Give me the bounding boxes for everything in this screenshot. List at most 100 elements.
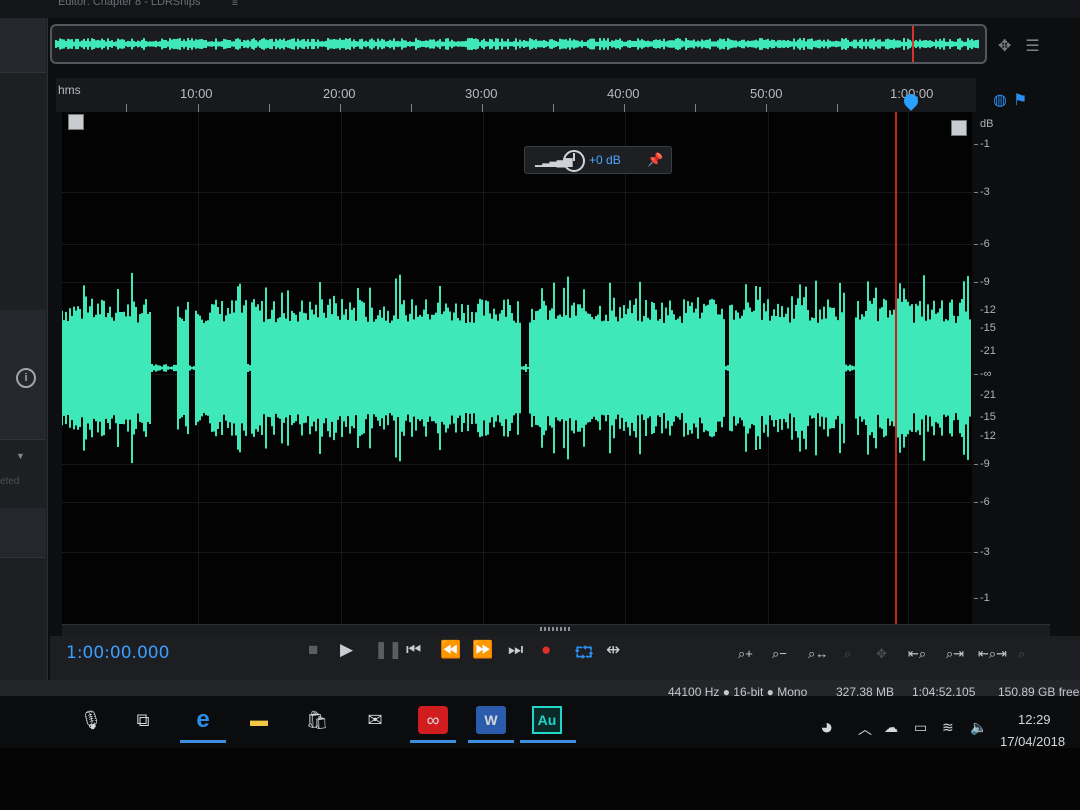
creative-cloud-active-indicator — [410, 740, 456, 743]
ruler-unit-label: hms — [58, 83, 81, 97]
overview-playhead — [912, 26, 914, 62]
audition-icon[interactable]: Au — [532, 706, 562, 734]
pin-icon[interactable]: 📌 — [647, 152, 663, 168]
loop-playback-button[interactable]: ⮔ — [574, 640, 594, 669]
overview-waveform-graphic — [55, 38, 979, 50]
ruler-tick — [837, 104, 838, 112]
record-button[interactable]: ● — [541, 640, 551, 660]
hamburger-icon[interactable]: ≡ — [232, 0, 238, 9]
db-label: -3 — [980, 186, 990, 198]
panel-section — [0, 508, 46, 558]
db-label: -9 — [980, 458, 990, 470]
panel-faded-label: eted — [0, 476, 20, 487]
zoom-playhead-button[interactable]: ✥ — [876, 646, 887, 662]
overview-waveform-trace — [55, 38, 979, 50]
db-label: -1 — [980, 138, 990, 150]
panel-section — [0, 18, 46, 73]
db-label: -15 — [980, 411, 996, 423]
db-label: -3 — [980, 546, 990, 558]
ruler-tick — [340, 104, 341, 112]
gain-hud[interactable]: ▁▂▃▄▅ +0 dB 📌 — [524, 146, 672, 174]
onedrive-icon[interactable]: ☁ — [884, 719, 898, 736]
monitor-bezel — [0, 748, 1080, 810]
ruler-tick — [695, 104, 696, 112]
battery-icon[interactable]: ▭ — [914, 719, 927, 736]
zoom-corner-left-button[interactable] — [68, 114, 84, 130]
zoom-full-button[interactable]: ⌕ — [1018, 646, 1025, 662]
headphones-icon[interactable]: ◍ — [993, 92, 1007, 109]
word-icon[interactable]: W — [476, 706, 506, 734]
db-label: -12 — [980, 430, 996, 442]
ruler-tick — [553, 104, 554, 112]
waveform-trace — [62, 272, 971, 464]
db-tick — [974, 464, 978, 465]
fast-forward-button[interactable]: ⏩ — [472, 640, 493, 660]
menu-icon[interactable]: ☰ — [1025, 38, 1039, 55]
zoom-out-amplitude-button[interactable]: ⌕− — [772, 646, 787, 662]
db-tick — [974, 598, 978, 599]
skip-selection-button[interactable]: ⇹ — [606, 640, 620, 660]
clock-date[interactable]: 17/04/2018 — [1000, 734, 1065, 749]
db-label: -21 — [980, 389, 996, 401]
playhead-line[interactable] — [895, 112, 897, 624]
file-explorer-icon[interactable]: ▬ — [244, 706, 274, 734]
left-panel: i ▼ eted — [0, 18, 48, 680]
db-label: -12 — [980, 304, 996, 316]
horizontal-scrollbar[interactable] — [62, 624, 1050, 636]
clock-time[interactable]: 12:29 — [1018, 712, 1051, 727]
task-view-icon[interactable]: ⧉ — [128, 706, 158, 734]
ruler-label: 50:00 — [750, 86, 783, 101]
overview-waveform[interactable] — [50, 24, 987, 64]
db-label: -6 — [980, 496, 990, 508]
db-label: -∞ — [980, 368, 992, 380]
chevron-down-icon[interactable]: ▼ — [16, 451, 25, 461]
scroll-grip[interactable] — [540, 627, 570, 631]
stop-button[interactable]: ■ — [308, 640, 318, 660]
wifi-icon[interactable]: ≋ — [942, 719, 954, 736]
zoom-out-full-button[interactable]: ⌕↔ — [808, 646, 828, 662]
zoom-in-time-button[interactable]: ⇤⌕ — [908, 646, 926, 662]
marker-icon[interactable]: ⚑ — [1013, 92, 1027, 109]
transport-bar: 1:00:00.000 ■ ▶ ❚❚ ⏮ ⏪ ⏩ ⏭ ● ⮔ ⇹ ⌕+ ⌕− ⌕… — [50, 636, 1080, 680]
db-tick — [974, 552, 978, 553]
store-icon[interactable]: 🛍 — [302, 706, 332, 734]
edge-icon[interactable]: e — [188, 706, 218, 734]
mail-icon[interactable]: ✉ — [360, 706, 390, 734]
gain-value: +0 dB — [589, 153, 621, 167]
chevron-up-icon[interactable]: ︿ — [858, 719, 872, 739]
zoom-in-amplitude-button[interactable]: ⌕+ — [738, 646, 753, 662]
go-to-start-button[interactable]: ⏮ — [406, 640, 421, 660]
time-ruler[interactable]: hms 10:00 20:00 30:00 40:00 50:00 1:00:0… — [56, 78, 976, 112]
assistant-icon[interactable]: ◕ — [820, 714, 833, 740]
db-label: -21 — [980, 345, 996, 357]
ruler-label: 20:00 — [323, 86, 356, 101]
ruler-tick — [126, 104, 127, 112]
zoom-corner-right-button[interactable] — [951, 120, 967, 136]
ruler-toolbar: ◍ ⚑ — [993, 90, 1033, 110]
word-active-indicator — [468, 740, 514, 743]
creative-cloud-icon[interactable]: ∞ — [418, 706, 448, 734]
zoom-reset-button[interactable]: ⇤⌕⇥ — [978, 646, 1007, 662]
ruler-tick — [766, 104, 767, 112]
current-time-display[interactable]: 1:00:00.000 — [66, 643, 169, 663]
zoom-out-time-button[interactable]: ⌕⇥ — [946, 646, 964, 662]
volume-icon[interactable]: 🔈 — [970, 719, 987, 736]
zoom-selection-button[interactable]: ⌕ — [844, 646, 851, 662]
pause-button[interactable]: ❚❚ — [374, 640, 403, 660]
play-button[interactable]: ▶ — [340, 640, 353, 660]
waveform-display[interactable]: ▁▂▃▄▅ +0 dB 📌 — [62, 112, 972, 624]
info-icon[interactable]: i — [16, 368, 36, 388]
db-tick — [974, 374, 978, 375]
microphone-icon[interactable]: 🎙 — [76, 706, 106, 734]
zoom-selector-icon[interactable]: ✥ — [998, 38, 1011, 55]
volume-knob-icon[interactable] — [563, 150, 585, 172]
go-to-end-button[interactable]: ⏭ — [508, 640, 523, 660]
ruler-label: 10:00 — [180, 86, 213, 101]
db-label: -9 — [980, 276, 990, 288]
db-scale: dB -1 -3 -6 -9 -12 -15 -21 -∞ -21 -15 -1… — [974, 112, 1034, 624]
ruler-tick — [482, 104, 483, 112]
rewind-button[interactable]: ⏪ — [440, 640, 461, 660]
waveform-graphic — [62, 272, 971, 464]
title-bar: Editor: Chapter 8 - LDRShips ≡ — [0, 0, 1080, 18]
db-unit-label: dB — [980, 118, 994, 130]
